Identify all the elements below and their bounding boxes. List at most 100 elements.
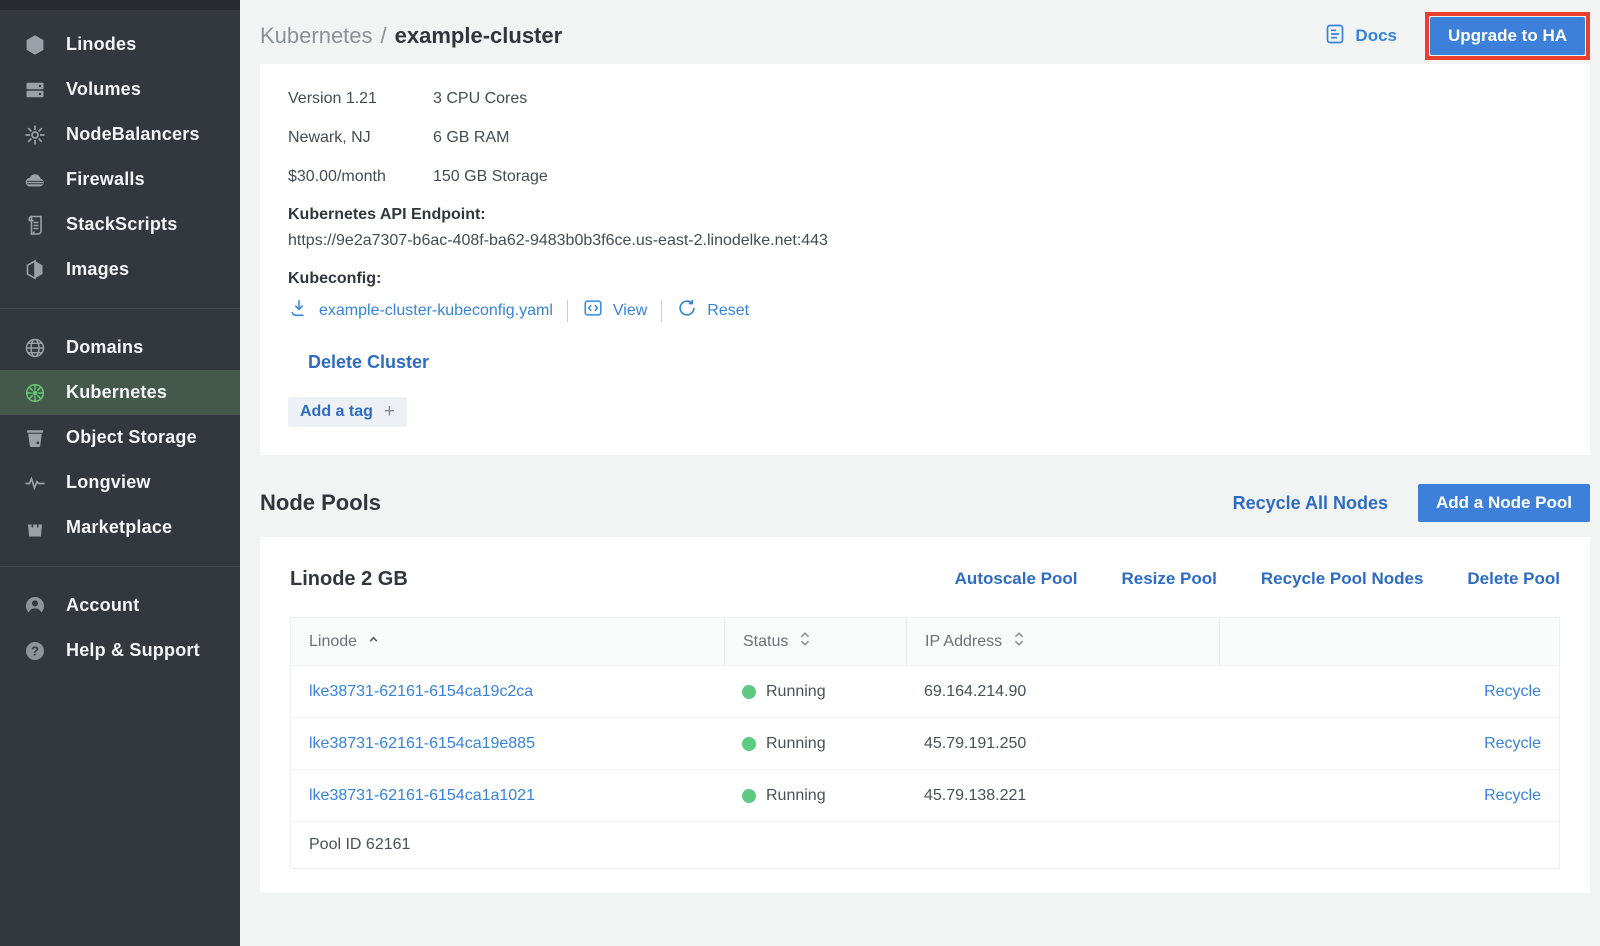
sidebar-item-label: Firewalls (66, 169, 145, 190)
sidebar-item-label: Longview (66, 472, 151, 493)
sidebar-item-label: StackScripts (66, 214, 177, 235)
column-header-status[interactable]: Status (724, 618, 906, 665)
recycle-all-nodes-link[interactable]: Recycle All Nodes (1233, 493, 1388, 514)
sidebar-item-firewalls[interactable]: Firewalls (0, 157, 240, 202)
pulse-icon (22, 470, 48, 496)
sidebar-item-domains[interactable]: Domains (0, 325, 240, 370)
add-tag-button[interactable]: Add a tag + (288, 397, 407, 427)
kubeconfig-label: Kubeconfig: (288, 270, 1562, 288)
status-running-icon (742, 789, 756, 803)
sidebar-item-label: Kubernetes (66, 382, 167, 403)
sidebar-item-kubernetes[interactable]: Kubernetes (0, 370, 240, 415)
linode-hexagon-icon (22, 32, 48, 58)
spec-region: Newark, NJ (288, 129, 433, 147)
ip-address: 45.79.138.221 (906, 770, 1219, 821)
pool-header: Linode 2 GB Autoscale Pool Resize Pool R… (290, 537, 1560, 617)
breadcrumb: Kubernetes / example-cluster (260, 23, 562, 49)
download-icon (288, 297, 310, 324)
sidebar-item-images[interactable]: Images (0, 247, 240, 292)
table-row: lke38731-62161-6154ca19c2ca Running 69.1… (291, 666, 1559, 718)
vertical-divider (661, 300, 662, 322)
vertical-divider (567, 300, 568, 322)
add-tag-label: Add a tag (300, 403, 373, 421)
pool-name: Linode 2 GB (290, 568, 408, 591)
column-header-linode[interactable]: Linode (291, 618, 724, 665)
sidebar-nav: Linodes Volumes NodeBalancers Firewalls (0, 10, 240, 673)
breadcrumb-kubernetes-link[interactable]: Kubernetes (260, 23, 373, 49)
tag-row: Add a tag + (288, 397, 1562, 427)
spec-ram: 6 GB RAM (433, 129, 548, 147)
sidebar-item-label: Domains (66, 337, 143, 358)
upgrade-to-ha-button[interactable]: Upgrade to HA (1430, 17, 1585, 55)
spec-price: $30.00/month (288, 168, 433, 186)
recycle-node-link[interactable]: Recycle (1484, 787, 1541, 805)
delete-pool-link[interactable]: Delete Pool (1467, 569, 1560, 589)
breadcrumb-cluster-name[interactable]: example-cluster (395, 23, 563, 49)
node-link[interactable]: lke38731-62161-6154ca19e885 (309, 735, 535, 753)
page-header: Kubernetes / example-cluster Docs Upgrad… (260, 0, 1590, 58)
firewall-cloud-icon (22, 167, 48, 193)
sort-both-icon (1011, 629, 1027, 654)
column-label: Status (743, 633, 788, 651)
shopping-bag-icon (22, 515, 48, 541)
kubeconfig-download-link[interactable]: example-cluster-kubeconfig.yaml (288, 297, 553, 324)
delete-cluster-link[interactable]: Delete Cluster (308, 352, 429, 372)
api-endpoint-url: https://9e2a7307-b6ac-408f-ba62-9483b0b3… (288, 232, 1562, 250)
sidebar-item-linodes[interactable]: Linodes (0, 22, 240, 67)
sidebar-item-marketplace[interactable]: Marketplace (0, 505, 240, 550)
question-mark-icon: ? (22, 638, 48, 664)
recycle-pool-nodes-link[interactable]: Recycle Pool Nodes (1261, 569, 1424, 589)
kubeconfig-reset-link[interactable]: Reset (676, 297, 749, 324)
table-header-row: Linode Status IP Address (291, 618, 1559, 666)
sidebar-item-label: Volumes (66, 79, 141, 100)
images-icon (22, 257, 48, 283)
reset-refresh-icon (676, 297, 698, 324)
table-row: lke38731-62161-6154ca19e885 Running 45.7… (291, 718, 1559, 770)
sidebar-item-volumes[interactable]: Volumes (0, 67, 240, 112)
sidebar-item-account[interactable]: Account (0, 583, 240, 628)
delete-cluster-row: Delete Cluster (308, 352, 1562, 373)
docs-link[interactable]: Docs (1323, 22, 1397, 51)
nodes-table: Linode Status IP Address (290, 617, 1560, 869)
column-header-actions (1219, 618, 1559, 665)
kubernetes-helm-icon (22, 380, 48, 406)
sidebar-item-label: Help & Support (66, 640, 200, 661)
node-link[interactable]: lke38731-62161-6154ca1a1021 (309, 787, 535, 805)
node-link[interactable]: lke38731-62161-6154ca19c2ca (309, 683, 533, 701)
docs-icon (1323, 22, 1347, 51)
main-content: Kubernetes / example-cluster Docs Upgrad… (240, 0, 1600, 946)
recycle-node-link[interactable]: Recycle (1484, 683, 1541, 701)
header-actions: Docs Upgrade to HA (1323, 12, 1590, 60)
globe-icon (22, 335, 48, 361)
sort-ascending-icon (366, 632, 381, 652)
sidebar-divider (0, 308, 240, 309)
code-view-icon (582, 297, 604, 324)
nodebalancers-icon (22, 122, 48, 148)
sidebar: Linodes Volumes NodeBalancers Firewalls (0, 0, 240, 946)
spec-storage: 150 GB Storage (433, 168, 548, 186)
kubeconfig-row: example-cluster-kubeconfig.yaml View Res… (288, 297, 1562, 324)
ip-address: 69.164.214.90 (906, 666, 1219, 717)
autoscale-pool-link[interactable]: Autoscale Pool (955, 569, 1078, 589)
breadcrumb-separator: / (381, 23, 387, 49)
column-label: IP Address (925, 633, 1002, 651)
resize-pool-link[interactable]: Resize Pool (1121, 569, 1216, 589)
reset-label: Reset (707, 302, 749, 320)
add-node-pool-button[interactable]: Add a Node Pool (1418, 484, 1590, 522)
sidebar-item-nodebalancers[interactable]: NodeBalancers (0, 112, 240, 157)
kubeconfig-view-link[interactable]: View (582, 297, 647, 324)
sidebar-item-longview[interactable]: Longview (0, 460, 240, 505)
recycle-node-link[interactable]: Recycle (1484, 735, 1541, 753)
sidebar-divider (0, 566, 240, 567)
bucket-icon (22, 425, 48, 451)
sidebar-item-stackscripts[interactable]: StackScripts (0, 202, 240, 247)
plus-icon: + (384, 401, 395, 423)
sidebar-item-help-support[interactable]: ? Help & Support (0, 628, 240, 673)
node-pools-title: Node Pools (260, 490, 381, 516)
pool-card: Linode 2 GB Autoscale Pool Resize Pool R… (260, 537, 1590, 893)
pool-actions: Autoscale Pool Resize Pool Recycle Pool … (955, 569, 1560, 589)
status-running-icon (742, 737, 756, 751)
volumes-icon (22, 77, 48, 103)
sidebar-item-object-storage[interactable]: Object Storage (0, 415, 240, 460)
column-header-ip-address[interactable]: IP Address (906, 618, 1219, 665)
